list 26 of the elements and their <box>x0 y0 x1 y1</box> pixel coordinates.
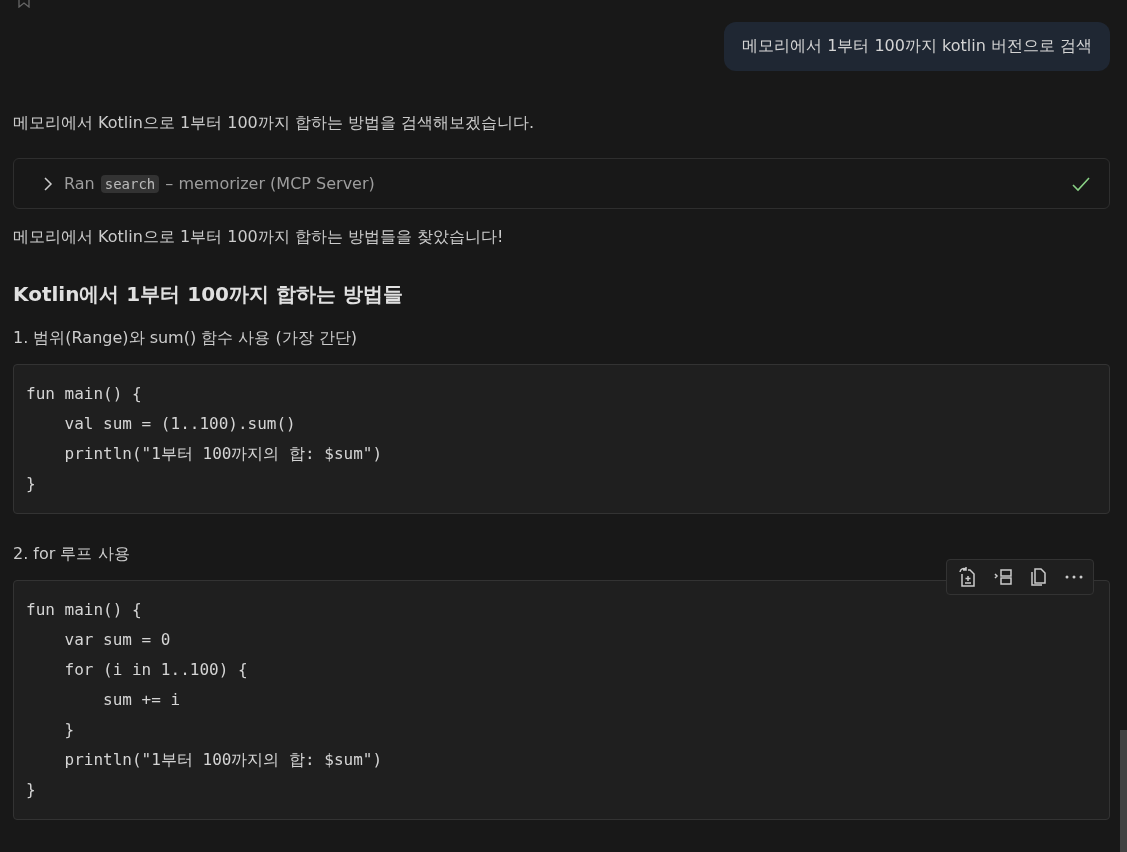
code-line: val sum = (1..100).sum() <box>63 413 297 435</box>
tool-verb: Ran <box>64 174 95 193</box>
code-line: var sum = 0 <box>63 629 172 651</box>
code-line: sum += i <box>102 689 182 711</box>
code-line: fun main() { <box>26 383 143 405</box>
tool-call-panel[interactable]: Ran search – memorizer (MCP Server) <box>13 158 1110 209</box>
code-line: for (i in 1..100) { <box>63 659 249 681</box>
user-message: 메모리에서 1부터 100까지 kotlin 버전으로 검색 <box>724 22 1110 71</box>
more-icon <box>1065 575 1083 579</box>
code-line: println("1부터 100까지의 합: $sum") <box>63 749 384 771</box>
code-line: } <box>26 473 37 495</box>
message-text: 메모리에서 Kotlin으로 1부터 100까지 합하는 방법들을 찾았습니다! <box>13 226 505 248</box>
code-line: } <box>26 779 37 801</box>
code-line: println("1부터 100까지의 합: $sum") <box>63 443 384 465</box>
code-line: } <box>63 719 76 741</box>
message-text: 메모리에서 Kotlin으로 1부터 100까지 합하는 방법을 검색해보겠습니다. <box>13 112 536 134</box>
insert-button[interactable] <box>993 566 1015 588</box>
message-text: 2. for 루프 사용 <box>13 543 131 565</box>
message-text: 1. 범위(Range)와 sum() 함수 사용 (가장 간단) <box>13 327 358 349</box>
section-heading: Kotlin에서 1부터 100까지 합하는 방법들 <box>13 281 404 308</box>
code-line: fun main() { <box>26 599 143 621</box>
chevron-right-icon[interactable] <box>42 176 54 191</box>
tool-name: search <box>100 174 160 193</box>
tool-source: – memorizer (MCP Server) <box>165 174 375 193</box>
insert-icon <box>993 566 1015 588</box>
scrollbar[interactable] <box>1120 730 1127 852</box>
